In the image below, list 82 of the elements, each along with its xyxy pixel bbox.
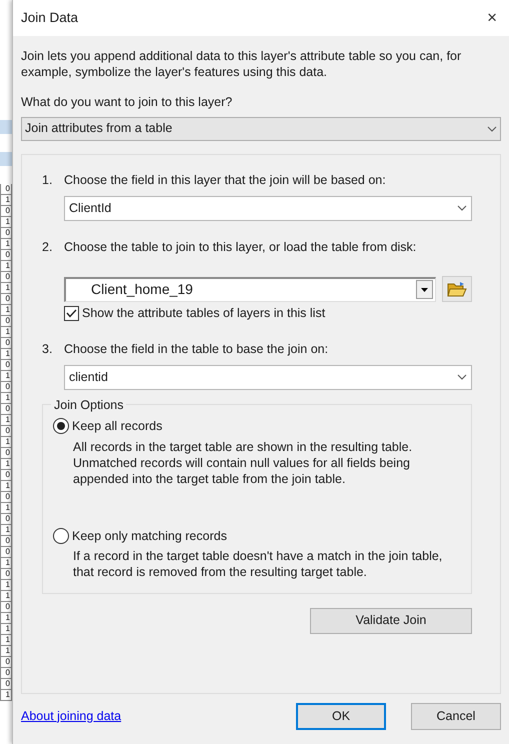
checkbox[interactable]	[64, 306, 79, 322]
table-cell: 0	[1, 679, 12, 690]
table-cell: 1	[1, 613, 12, 624]
intro-text: Join lets you append additional data to this layer's attribute table so you can, for example, symbolize the layer's features using this data.	[21, 48, 462, 80]
option-description: If a record in the target table doesn't have a match in the join table, that record is removed from the resulting target table.	[73, 548, 444, 580]
table-cell: 0	[1, 228, 12, 239]
table-cell: 1	[1, 349, 12, 360]
table-cell: 0	[1, 569, 12, 580]
table-cell: 1	[1, 305, 12, 316]
step-number: 2.	[42, 238, 54, 256]
table-cell: 1	[1, 503, 12, 514]
table-cell: 1	[1, 283, 12, 294]
table-cell: 1	[1, 591, 12, 602]
help-link[interactable]: About joining data	[21, 706, 122, 726]
table-cell: 0	[1, 536, 12, 547]
table-cell: 1	[1, 635, 12, 646]
table-cell: 1	[1, 646, 12, 657]
option-description: All records in the target table are shown in the resulting table. Unmatched records will contain null values for all fields being appended into the target table from the join table.	[73, 438, 414, 486]
table-cell: 0	[1, 206, 12, 217]
step-label: Choose the field in this layer that the join will be based on:	[64, 172, 386, 189]
option-label: Keep all records	[72, 418, 162, 435]
table-cell: 0	[1, 470, 12, 481]
table-cell: 1	[1, 327, 12, 338]
table-cell: 1	[1, 195, 12, 206]
open-folder-button[interactable]	[442, 276, 472, 302]
table-cell: 1	[1, 217, 12, 228]
dropdown-button[interactable]	[416, 280, 433, 300]
dialog-button[interactable]: Cancel	[411, 702, 501, 730]
triangle-down-icon	[421, 288, 428, 292]
step-label: Choose the field in the table to base the join on:	[64, 341, 328, 358]
table-cell: 0	[1, 657, 12, 668]
table-cell: 1	[1, 558, 12, 569]
table-cell: 0	[1, 184, 12, 195]
chevron-down-icon	[457, 205, 467, 211]
table-cell: 0	[1, 668, 12, 679]
field-dropdown[interactable]: clientid	[64, 364, 472, 390]
header-bar	[0, 152, 12, 166]
table-cell: 1	[1, 415, 12, 426]
table-cell: 0	[1, 360, 12, 371]
table-cell: 0	[1, 404, 12, 415]
table-cell: 0	[1, 547, 12, 558]
table-cell: 1	[1, 525, 12, 536]
table-cell: 1	[1, 261, 12, 272]
table-cell: 0	[1, 316, 12, 327]
folder-icon	[447, 280, 467, 298]
table-cell: 1	[1, 459, 12, 470]
table-cell: 0	[1, 382, 12, 393]
dialog-button[interactable]: OK	[296, 702, 386, 730]
table-dropdown[interactable]: Client_home_19	[64, 276, 436, 302]
table-cell: 0	[1, 338, 12, 349]
join-type-dropdown[interactable]: Join attributes from a table	[21, 116, 501, 141]
option-label: Keep only matching records	[72, 528, 227, 545]
table-cell: 0	[1, 250, 12, 261]
table-cell: 0	[1, 602, 12, 613]
checkbox-label: Show the attribute tables of layers in this list	[82, 305, 326, 322]
step-number: 1.	[42, 172, 54, 189]
field-dropdown[interactable]: ClientId	[64, 196, 472, 220]
close-button[interactable]: ×	[483, 5, 501, 31]
window-title: Join Data	[21, 8, 78, 27]
header-bar	[0, 120, 12, 134]
table-cell: 1	[1, 624, 12, 635]
table-cell: 0	[1, 426, 12, 437]
table-cell: 1	[1, 580, 12, 591]
step-number: 3.	[42, 341, 54, 358]
step-label: Choose the table to join to this layer, or load the table from disk:	[64, 238, 416, 256]
table-cell: 1	[1, 690, 12, 701]
table-cell: 1	[1, 437, 12, 448]
table-cell: 0	[1, 272, 12, 283]
validate-join-button[interactable]: Validate Join	[310, 608, 472, 634]
chevron-down-icon	[487, 126, 497, 132]
table-cell: 1	[1, 393, 12, 404]
table-cell: 0	[1, 514, 12, 525]
table-cell: 0	[1, 492, 12, 503]
table-cell: 1	[1, 481, 12, 492]
table-cell: 0	[1, 448, 12, 459]
chevron-down-icon	[457, 374, 467, 380]
table-cell: 1	[1, 239, 12, 250]
join-type-label: What do you want to join to this layer?	[21, 94, 234, 111]
table-cell: 0	[1, 294, 12, 305]
radio-button[interactable]	[53, 528, 69, 544]
table-cell: 1	[1, 371, 12, 382]
radio-button[interactable]	[53, 418, 69, 434]
